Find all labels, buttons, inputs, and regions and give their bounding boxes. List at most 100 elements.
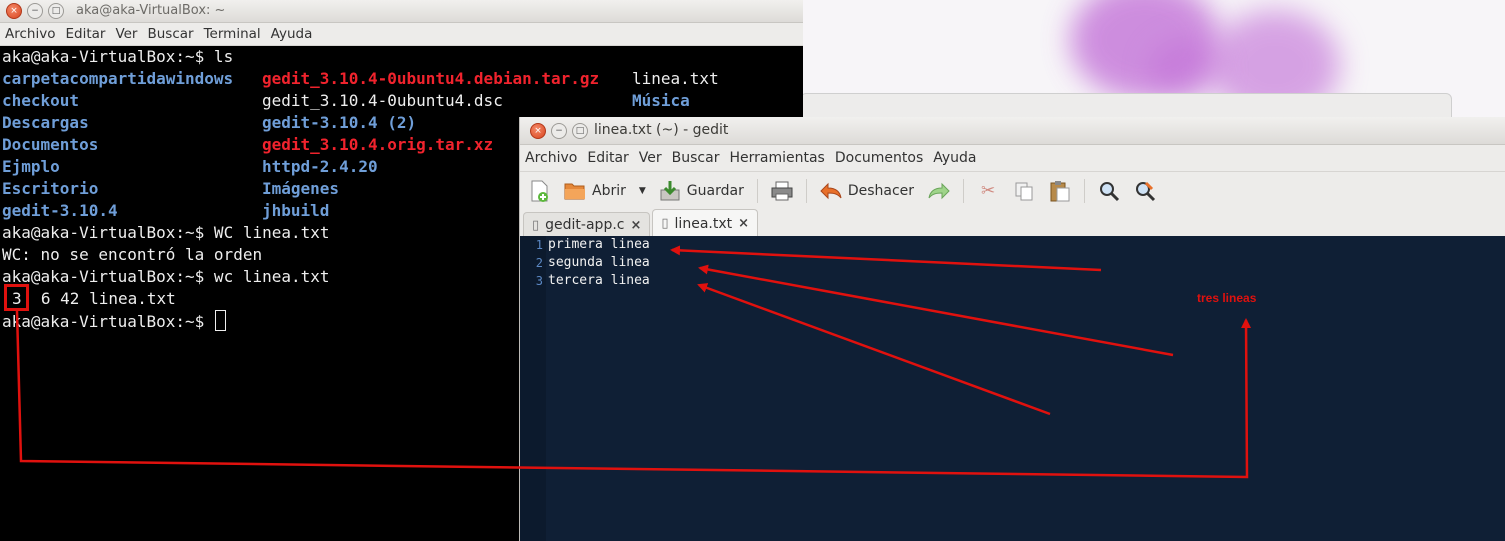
replace-button[interactable] (1127, 176, 1163, 206)
save-icon (659, 180, 681, 202)
prompt: aka@aka-VirtualBox:~$ (2, 267, 205, 286)
menu-documentos[interactable]: Documentos (830, 150, 928, 166)
ls-entry-file: gedit_3.10.4-0ubuntu4.dsc (262, 91, 503, 110)
menu-archivo[interactable]: Archivo (520, 150, 582, 166)
prompt: aka@aka-VirtualBox:~$ (2, 47, 205, 66)
ls-entry-archive: gedit_3.10.4-0ubuntu4.debian.tar.gz (262, 69, 600, 88)
ls-entry-dir: Documentos (2, 135, 99, 154)
undo-button[interactable]: Deshacer (813, 176, 921, 206)
save-button[interactable]: Guardar (652, 176, 751, 206)
ls-entry-dir: Descargas (2, 113, 89, 132)
ls-entry-dir: carpetacompartidawindows (2, 69, 234, 88)
dropdown-arrow-icon: ▼ (638, 185, 646, 196)
menu-ayuda[interactable]: Ayuda (266, 26, 318, 42)
gedit-menubar: Archivo Editar Ver Buscar Herramientas D… (520, 145, 1505, 172)
prompt: aka@aka-VirtualBox:~$ (2, 312, 205, 331)
document-tabs: ▯ gedit-app.c × ▯ linea.txt × (520, 209, 1505, 238)
close-tab-icon[interactable]: × (630, 218, 641, 233)
menu-ayuda[interactable]: Ayuda (928, 150, 981, 166)
ls-entry-dir: Escritorio (2, 179, 99, 198)
close-tab-icon[interactable]: × (738, 216, 749, 231)
toolbar-separator (756, 178, 758, 203)
toolbar-separator (1084, 178, 1086, 203)
menu-archivo[interactable]: Archivo (0, 26, 60, 42)
command: ls (204, 47, 234, 66)
cut-button[interactable]: ✂ (970, 176, 1006, 206)
redo-icon (928, 180, 950, 202)
toolbar-separator (963, 178, 965, 203)
minimize-icon[interactable]: − (27, 3, 43, 19)
document-icon: ▯ (532, 217, 540, 233)
ls-entry-dir: Imágenes (262, 179, 340, 198)
ls-entry-dir: Música (632, 91, 690, 110)
ls-row: checkout gedit_3.10.4-0ubuntu4.dsc Música (0, 90, 803, 112)
window-title: aka@aka-VirtualBox: ~ (76, 3, 226, 18)
ls-row: carpetacompartidawindows gedit_3.10.4-0ub… (0, 68, 803, 90)
tab-gedit-app-c[interactable]: ▯ gedit-app.c × (523, 212, 651, 237)
open-label: Abrir (592, 182, 626, 199)
line-number: 1 (535, 238, 543, 252)
copy-button[interactable] (1006, 176, 1042, 206)
wallpaper-blob (1150, 40, 1220, 100)
close-icon[interactable]: × (530, 123, 546, 139)
new-document-icon (528, 180, 550, 202)
printer-icon (771, 180, 793, 202)
terminal-line: aka@aka-VirtualBox:~$ ls (0, 46, 803, 68)
scissors-icon: ✂ (980, 180, 996, 201)
wc-rest: 6 42 linea.txt (21, 289, 176, 308)
undo-icon (820, 180, 842, 202)
open-dropdown[interactable]: ▼ (633, 176, 652, 206)
line-number-gutter: 1 2 3 (520, 236, 546, 541)
copy-icon (1013, 180, 1035, 202)
print-button[interactable] (764, 176, 800, 206)
command: WC linea.txt (204, 223, 330, 242)
prompt: aka@aka-VirtualBox:~$ (2, 223, 205, 242)
new-button[interactable] (520, 176, 557, 206)
ls-entry-file: linea.txt (632, 69, 719, 88)
terminal-titlebar[interactable]: × − □ aka@aka-VirtualBox: ~ (0, 0, 803, 23)
text-line: primera linea (548, 237, 650, 252)
ls-entry-dir: gedit-3.10.4 (2, 201, 118, 220)
maximize-icon[interactable]: □ (572, 123, 588, 139)
menu-herramientas[interactable]: Herramientas (724, 150, 829, 166)
paste-button[interactable] (1042, 176, 1078, 206)
gedit-titlebar[interactable]: × − □ linea.txt (~) - gedit (520, 117, 1505, 145)
ls-entry-dir: jhbuild (262, 201, 330, 220)
ls-entry-archive: gedit_3.10.4.orig.tar.xz (262, 135, 494, 154)
minimize-icon[interactable]: − (551, 123, 567, 139)
highlight-box (4, 284, 29, 311)
ls-entry-dir: gedit-3.10.4 (2) (262, 113, 417, 132)
ls-entry-dir: httpd-2.4.20 (262, 157, 378, 176)
redo-button[interactable] (921, 176, 957, 206)
line-number: 2 (535, 256, 543, 270)
ls-entry-dir: Ejmplo (2, 157, 60, 176)
close-icon[interactable]: × (6, 3, 22, 19)
document-icon: ▯ (661, 216, 669, 231)
annotation-label: tres lineas (1197, 291, 1257, 305)
menu-editar[interactable]: Editar (60, 26, 110, 42)
gedit-toolbar: Abrir ▼ Guardar Deshacer ✂ (520, 172, 1505, 209)
search-button[interactable] (1091, 176, 1127, 206)
menu-buscar[interactable]: Buscar (142, 26, 198, 42)
text-editor[interactable]: 1 2 3 primera linea segunda linea tercer… (520, 236, 1505, 541)
tab-label: linea.txt (674, 215, 733, 232)
ls-entry-dir: checkout (2, 91, 80, 110)
maximize-icon[interactable]: □ (48, 3, 64, 19)
open-button[interactable]: Abrir (557, 176, 633, 206)
menu-ver[interactable]: Ver (634, 150, 667, 166)
menu-editar[interactable]: Editar (582, 150, 633, 166)
gedit-window[interactable]: × − □ linea.txt (~) - gedit Archivo Edit… (519, 117, 1505, 541)
undo-label: Deshacer (847, 182, 915, 199)
toolbar-separator (805, 178, 807, 203)
text-cursor (214, 310, 226, 331)
menu-terminal[interactable]: Terminal (199, 26, 266, 42)
paste-icon (1049, 180, 1071, 202)
menu-buscar[interactable]: Buscar (667, 150, 725, 166)
tab-linea-txt[interactable]: ▯ linea.txt × (652, 209, 759, 237)
menu-ver[interactable]: Ver (110, 26, 142, 42)
command: wc linea.txt (204, 267, 330, 286)
window-title: linea.txt (~) - gedit (594, 122, 729, 138)
text-line: segunda linea (548, 255, 650, 270)
document-content[interactable]: primera linea segunda linea tercera line… (548, 236, 650, 290)
save-label: Guardar (686, 182, 744, 199)
